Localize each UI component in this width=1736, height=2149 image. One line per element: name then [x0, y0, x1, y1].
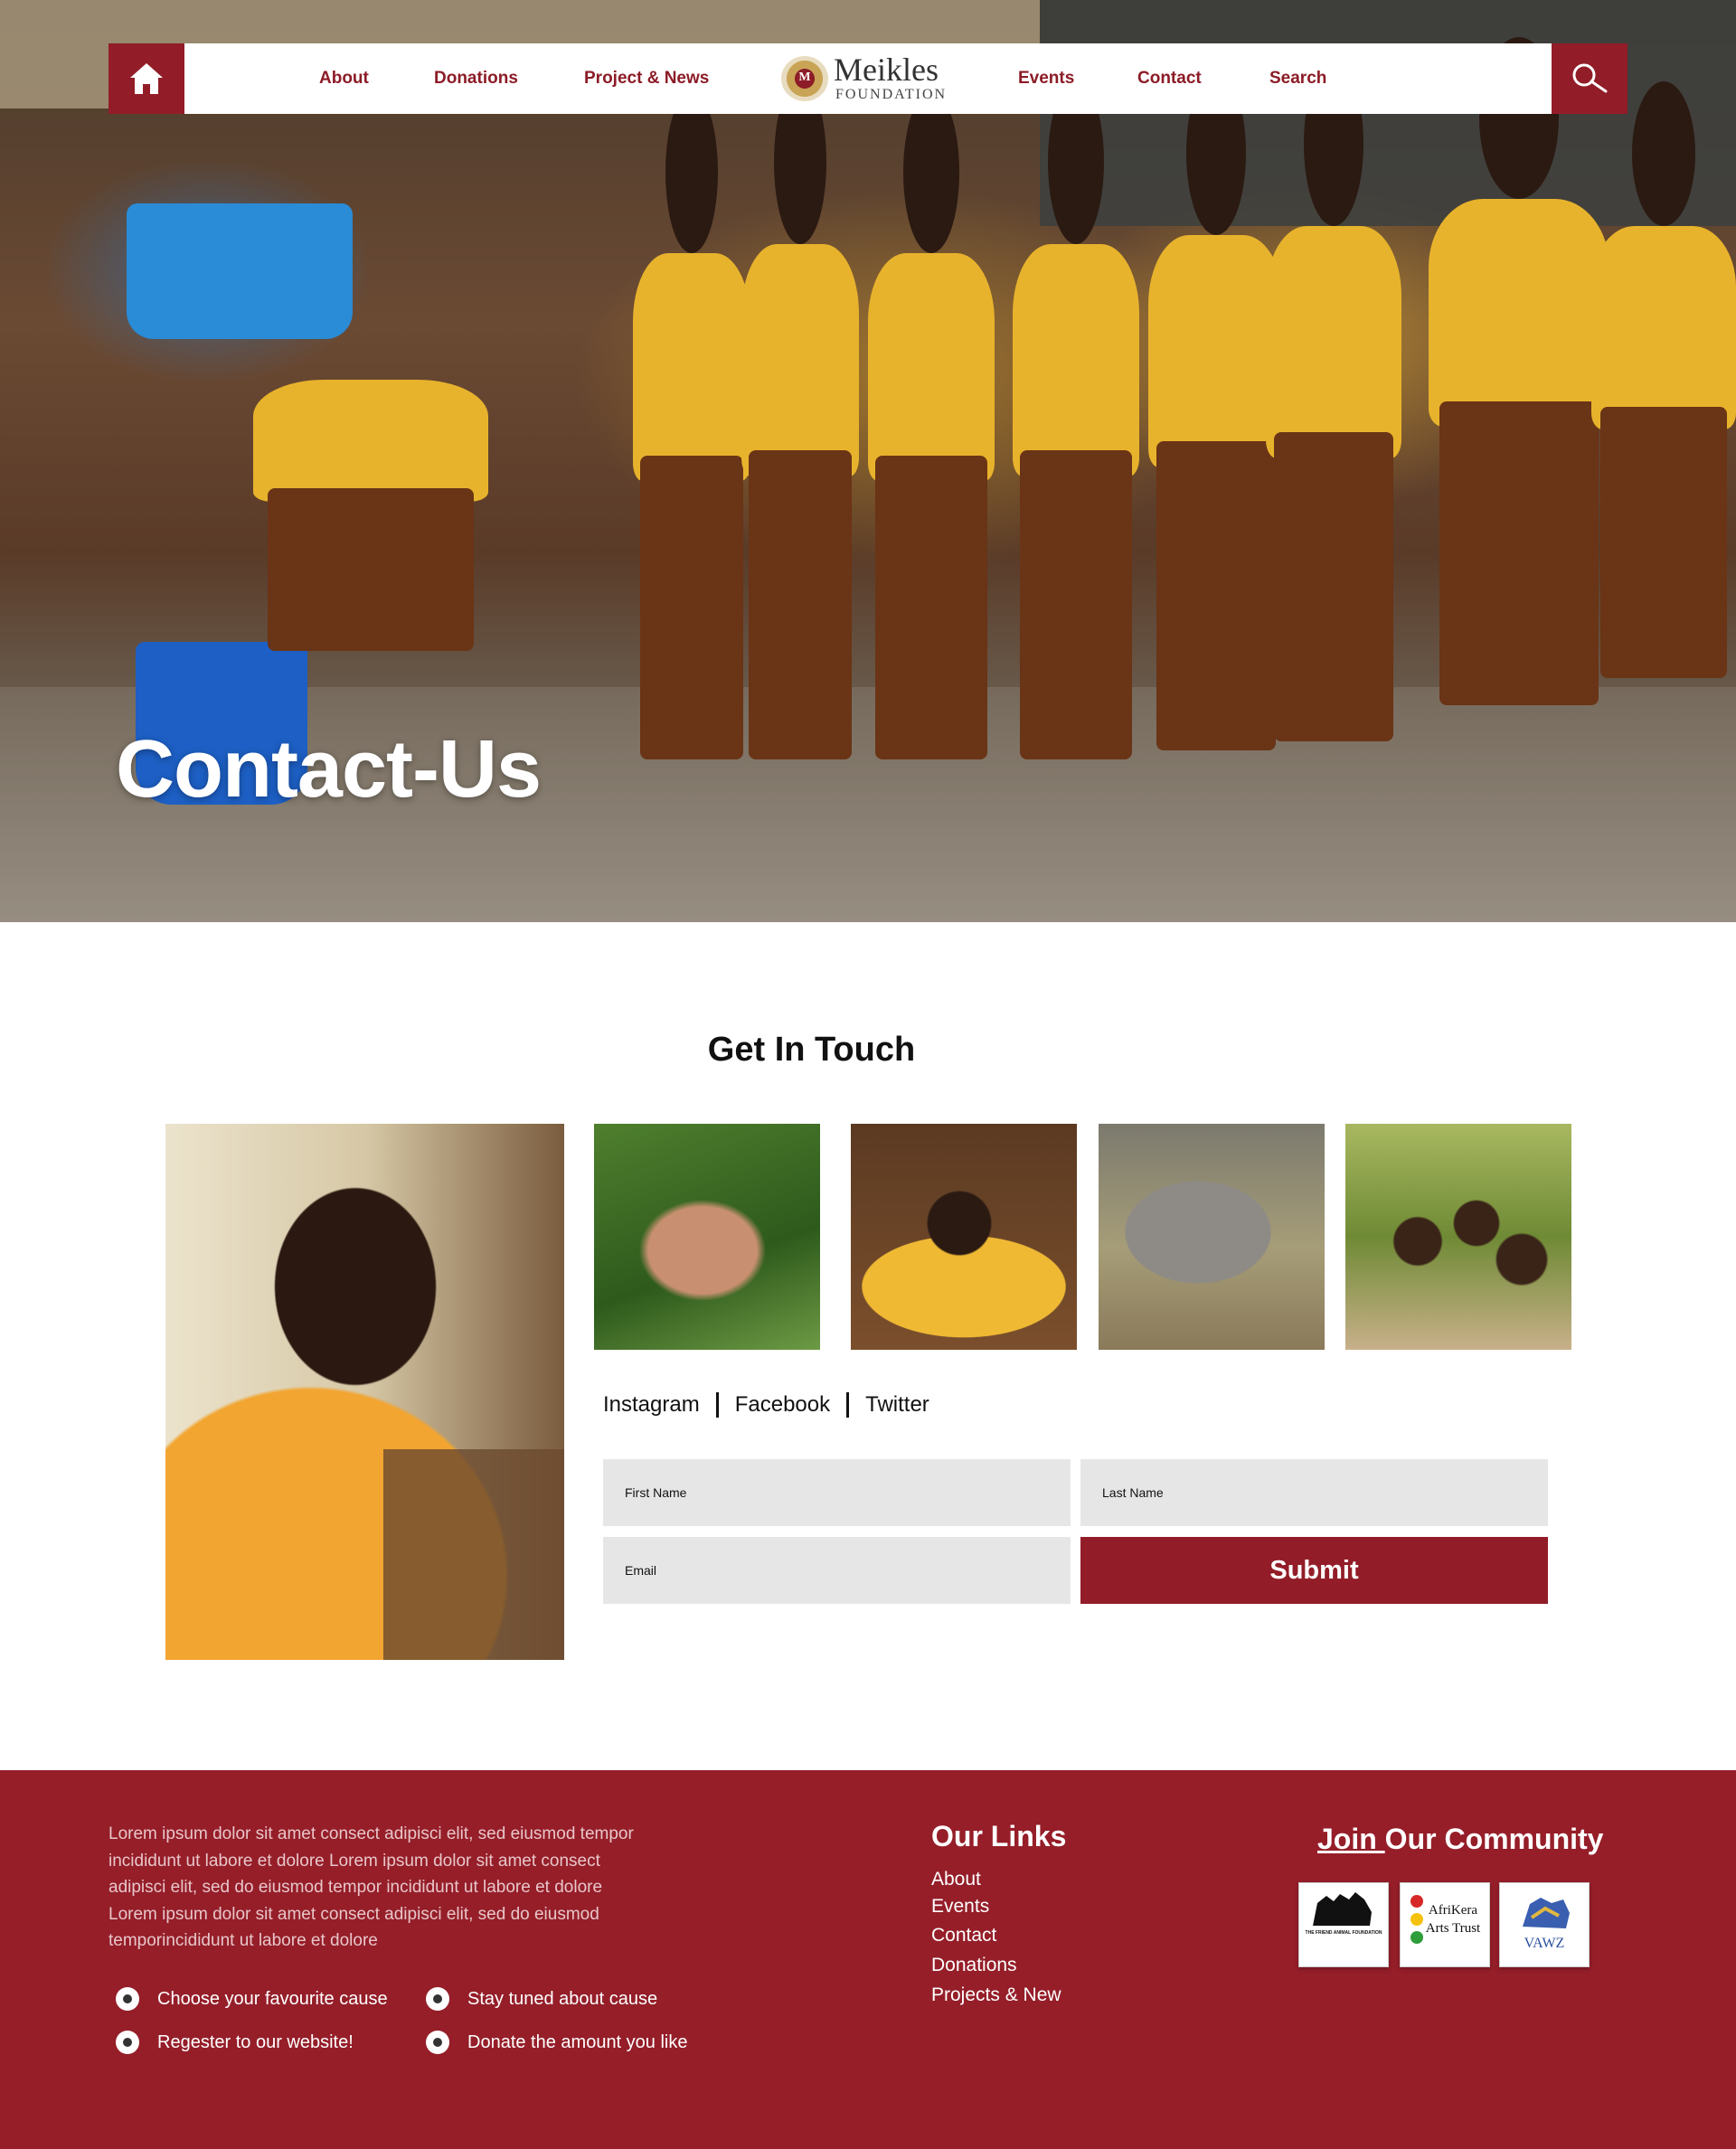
radio-dot-icon	[116, 2031, 139, 2054]
nav-link-project-news[interactable]: Project & News	[584, 43, 709, 114]
logo-subtitle: FOUNDATION	[835, 87, 948, 102]
partner-logo-afrikera-arts-trust[interactable]: AfriKera Arts Trust	[1400, 1882, 1490, 1967]
hero-student	[1148, 70, 1284, 750]
footer-link-events[interactable]: Events	[931, 1896, 989, 1918]
animal-emblem-icon	[1523, 1898, 1570, 1928]
hero-student	[253, 380, 488, 651]
page-title: Contact-Us	[116, 724, 542, 815]
gallery-image-water[interactable]	[594, 1124, 820, 1350]
email-field[interactable]	[603, 1537, 1071, 1604]
footer-about-text: Lorem ipsum dolor sit amet consect adipi…	[108, 1824, 634, 1950]
partner-logo-vawz[interactable]: VAWZ	[1499, 1882, 1590, 1967]
footer-bullet-item: Choose your favourite cause	[116, 1987, 388, 2011]
home-icon	[130, 63, 163, 94]
first-name-field[interactable]	[603, 1459, 1071, 1526]
gallery-image-kids[interactable]	[1345, 1124, 1571, 1350]
gallery-image-rhino[interactable]	[1099, 1124, 1325, 1350]
home-button[interactable]	[108, 43, 184, 114]
animal-silhouette-icon	[1313, 1892, 1372, 1926]
hero-student	[1591, 81, 1736, 678]
footer-bullet-item: Stay tuned about cause	[426, 1987, 657, 2011]
radio-dot-icon	[426, 1987, 449, 2011]
meikles-foundation-logo[interactable]: M Meikles FOUNDATION	[781, 52, 962, 105]
social-link-twitter[interactable]: Twitter	[865, 1392, 929, 1418]
partner-name: VAWZ	[1524, 1936, 1565, 1951]
top-navigation: About Donations Project & News M Meikles…	[108, 43, 1628, 114]
nav-link-about[interactable]: About	[319, 43, 369, 114]
community-heading: Join Our Community	[1317, 1823, 1604, 1855]
get-in-touch-heading: Get In Touch	[707, 1031, 916, 1069]
divider	[846, 1392, 850, 1418]
hero-banner: Contact-Us	[0, 0, 1736, 922]
nav-link-contact[interactable]: Contact	[1137, 43, 1202, 114]
nav-link-events[interactable]: Events	[1018, 43, 1074, 114]
hero-student	[1429, 36, 1609, 705]
footer-link-projects[interactable]: Projects & New	[931, 1984, 1061, 2006]
student-portrait-image	[165, 1124, 564, 1660]
social-link-instagram[interactable]: Instagram	[603, 1392, 700, 1418]
partner-name: THE FRIEND ANIMAL FOUNDATION	[1305, 1930, 1382, 1936]
partner-logo-friend-animal-foundation[interactable]: THE FRIEND ANIMAL FOUNDATION	[1298, 1882, 1389, 1967]
footer-link-contact[interactable]: Contact	[931, 1925, 996, 1946]
hero-student	[1266, 61, 1401, 741]
hero-student	[633, 90, 750, 759]
nav-link-donations[interactable]: Donations	[434, 43, 518, 114]
logo-crest-letter: M	[798, 71, 811, 84]
footer-links-heading: Our Links	[931, 1820, 1067, 1852]
social-link-facebook[interactable]: Facebook	[735, 1392, 830, 1418]
nav-link-search[interactable]: Search	[1269, 43, 1326, 114]
hero-water-barrel	[127, 203, 353, 339]
footer-bullet-label: Regester to our website!	[157, 2031, 354, 2052]
last-name-field[interactable]	[1080, 1459, 1548, 1526]
footer-bullet-label: Stay tuned about cause	[467, 1988, 658, 2009]
divider	[715, 1392, 719, 1418]
footer-bullet-item: Donate the amount you like	[426, 2031, 688, 2054]
search-button[interactable]	[1552, 43, 1628, 114]
search-icon	[1572, 63, 1608, 93]
social-links: Instagram Facebook Twitter	[603, 1389, 929, 1421]
footer-link-about[interactable]: About	[931, 1869, 981, 1890]
footer-bullet-label: Donate the amount you like	[467, 2031, 688, 2052]
hero-student	[1013, 79, 1139, 759]
footer-link-donations[interactable]: Donations	[931, 1955, 1017, 1976]
radio-dot-icon	[116, 1987, 139, 2011]
hero-student	[741, 79, 859, 759]
submit-button[interactable]: Submit	[1080, 1537, 1548, 1604]
radio-dot-icon	[426, 2031, 449, 2054]
gallery-image-children[interactable]	[851, 1124, 1077, 1350]
partner-name: AfriKera Arts Trust	[1425, 1903, 1481, 1936]
hero-student	[868, 90, 995, 759]
logo-name: Meikles	[834, 52, 939, 88]
footer-bullet-item: Regester to our website!	[116, 2031, 354, 2054]
footer-bullet-label: Choose your favourite cause	[157, 1988, 388, 2009]
